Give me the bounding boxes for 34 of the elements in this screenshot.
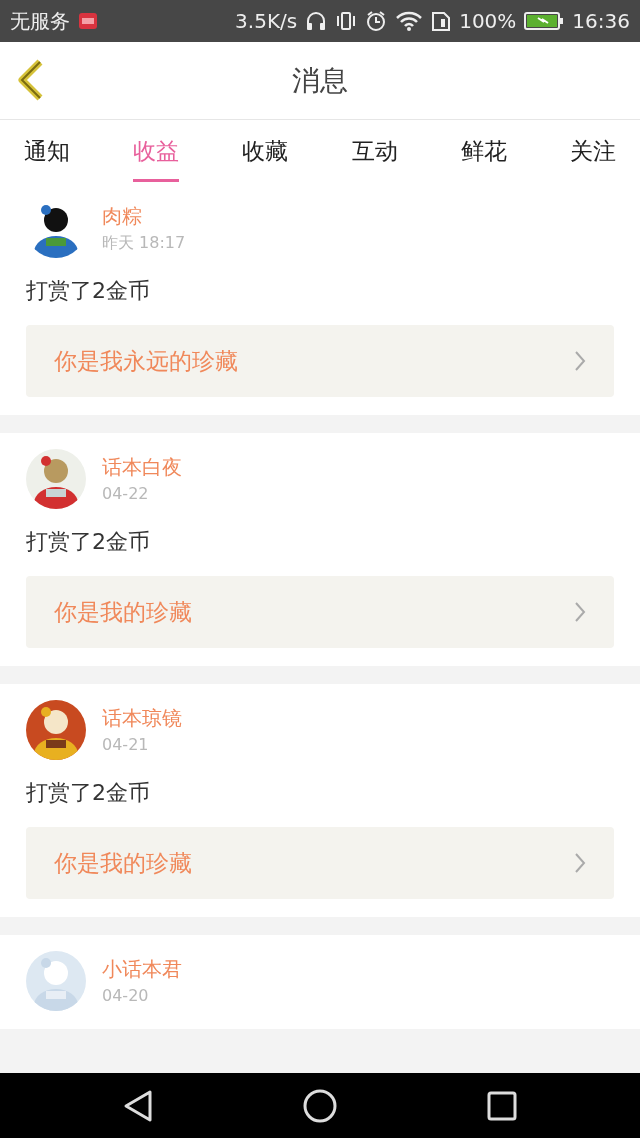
battery-icon (524, 11, 565, 31)
chevron-icon (574, 852, 586, 874)
carrier-text: 无服务 (10, 8, 70, 35)
home-nav-icon[interactable] (302, 1087, 338, 1124)
message-time: 04-21 (102, 734, 150, 756)
message-text: 打赏了2金币 (26, 528, 151, 556)
chevron-icon (574, 350, 586, 372)
alarm-icon (365, 10, 388, 32)
message-text: 打赏了2金币 (26, 779, 151, 807)
user-name: 肉粽 (102, 203, 143, 230)
user-name: 话本白夜 (102, 454, 182, 481)
battery-percent: 100% (459, 8, 517, 35)
app-icon (78, 12, 98, 30)
message-text: 打赏了2金币 (26, 277, 151, 305)
message-time: 昨天 18:17 (102, 232, 186, 254)
tab[interactable]: 鲜花 (460, 120, 507, 182)
tab[interactable]: 关注 (569, 120, 616, 182)
user-name: 小话本君 (102, 956, 182, 983)
tab[interactable]: 通知 (24, 120, 70, 182)
headphones-icon (305, 10, 328, 32)
tab[interactable]: 收藏 (242, 120, 289, 182)
page-title: 消息 (292, 62, 348, 99)
vibrate-icon (335, 10, 358, 32)
user-name: 话本琼镜 (102, 705, 182, 732)
recents-nav-icon[interactable] (486, 1089, 518, 1122)
sim-card-icon (431, 10, 452, 32)
message-time: 04-20 (102, 985, 150, 1007)
chevron-icon (574, 601, 586, 623)
network-speed: 3.5K/s (235, 8, 298, 35)
wifi-icon (395, 10, 424, 32)
tab[interactable]: 互动 (351, 120, 398, 182)
message-time: 04-22 (102, 483, 150, 505)
back-nav-icon[interactable] (122, 1088, 154, 1123)
clock-text: 16:36 (572, 8, 630, 35)
